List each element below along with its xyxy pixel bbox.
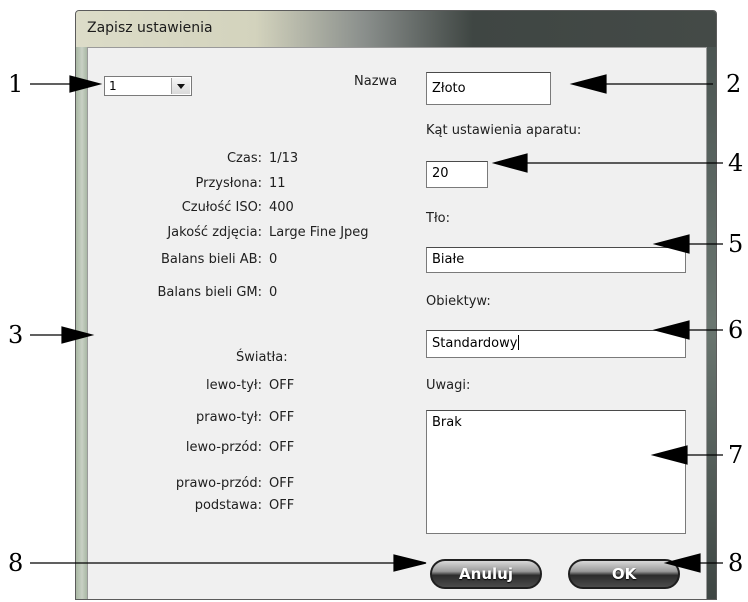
callout-arrowhead-4 bbox=[491, 153, 528, 173]
callout-arrowhead-7 bbox=[650, 445, 688, 465]
callout-number-2: 2 bbox=[726, 70, 742, 98]
callout-number-8-left: 8 bbox=[8, 549, 24, 577]
callout-number-8-right: 8 bbox=[728, 549, 744, 577]
callout-number-7: 7 bbox=[728, 441, 744, 469]
callout-number-6: 6 bbox=[728, 316, 744, 344]
callout-arrowhead-8b bbox=[663, 553, 701, 573]
callout-arrowhead-5 bbox=[652, 234, 690, 254]
callout-arrowhead-8a bbox=[393, 554, 427, 572]
callout-number-1: 1 bbox=[8, 70, 24, 98]
callout-number-3: 3 bbox=[8, 321, 24, 349]
callout-arrows bbox=[30, 74, 723, 573]
callout-arrowhead-3 bbox=[61, 326, 95, 344]
callout-number-5: 5 bbox=[728, 230, 744, 258]
callout-arrowhead-1 bbox=[69, 75, 103, 93]
callout-arrowhead-6 bbox=[652, 320, 690, 340]
callout-arrowhead-2 bbox=[569, 74, 607, 94]
callout-number-4: 4 bbox=[728, 149, 744, 177]
